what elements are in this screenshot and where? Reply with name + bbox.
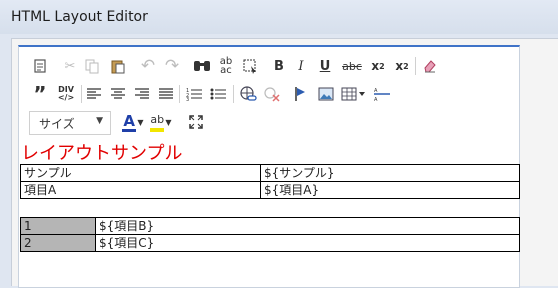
table-icon[interactable] xyxy=(339,83,367,105)
unlink-icon[interactable] xyxy=(261,83,283,105)
toolbar-separator xyxy=(415,57,416,75)
toolbar-separator xyxy=(81,85,82,103)
table-cell[interactable]: ${サンプル} xyxy=(260,164,520,182)
bulleted-list-icon[interactable] xyxy=(207,83,229,105)
background-color-button[interactable]: ab ▼ xyxy=(147,111,175,133)
toolbar-separator xyxy=(233,85,234,103)
anchor-icon[interactable] xyxy=(289,83,311,105)
table-row: 2 ${項目C} xyxy=(20,234,520,252)
text-color-button[interactable]: A ▼ xyxy=(119,111,147,133)
underline-icon[interactable]: U xyxy=(315,55,335,77)
cut-icon[interactable]: ✂ xyxy=(59,55,81,77)
font-size-select[interactable]: サイズ ▼ xyxy=(29,111,111,135)
italic-icon[interactable]: I xyxy=(291,55,311,77)
layout-heading[interactable]: レイアウトサンプル xyxy=(21,143,182,165)
sample-table[interactable]: サンプル ${サンプル} 項目A ${項目A} xyxy=(20,164,520,199)
align-justify-icon[interactable] xyxy=(155,83,177,105)
table-row: 1 ${項目B} xyxy=(20,217,520,235)
replace-icon[interactable]: ab ac xyxy=(215,55,237,77)
svg-text:A: A xyxy=(374,88,378,94)
table-row: 項目A ${項目A} xyxy=(20,181,520,199)
div-icon[interactable]: DIV </> xyxy=(55,83,77,105)
image-icon[interactable] xyxy=(315,83,337,105)
find-icon[interactable] xyxy=(191,55,213,77)
toolbar-separator xyxy=(179,85,180,103)
superscript-icon[interactable]: x2 xyxy=(391,55,413,77)
horizontal-rule-icon[interactable]: AA xyxy=(371,83,393,105)
repeat-table[interactable]: 1 ${項目B} 2 ${項目C} xyxy=(20,217,520,252)
font-size-value: サイズ xyxy=(39,117,75,131)
subscript-icon[interactable]: x2 xyxy=(367,55,389,77)
rich-text-editor[interactable]: ✂ ↶ ↷ ab ac B I U abc x2 x2 ” DIV </> 1 … xyxy=(18,45,520,288)
table-row: サンプル ${サンプル} xyxy=(20,164,520,182)
bold-icon[interactable]: B xyxy=(269,55,289,77)
paste-icon[interactable] xyxy=(107,55,129,77)
remove-format-icon[interactable] xyxy=(419,55,441,77)
text-color-icon: A xyxy=(123,112,136,130)
numbered-list-icon[interactable]: 123 xyxy=(183,83,205,105)
table-cell[interactable]: ${項目A} xyxy=(260,181,520,199)
table-cell[interactable]: ${項目C} xyxy=(95,234,520,252)
strikethrough-icon[interactable]: abc xyxy=(339,55,365,77)
select-all-icon[interactable] xyxy=(239,55,261,77)
table-cell[interactable]: 項目A xyxy=(20,181,261,199)
link-icon[interactable] xyxy=(237,83,259,105)
row-number-cell[interactable]: 1 xyxy=(20,217,96,235)
svg-text:3: 3 xyxy=(186,97,189,101)
undo-icon[interactable]: ↶ xyxy=(137,55,159,77)
row-number-cell[interactable]: 2 xyxy=(20,234,96,252)
paste-from-word-icon[interactable] xyxy=(29,55,51,77)
table-cell[interactable]: サンプル xyxy=(20,164,261,182)
chevron-down-icon: ▼ xyxy=(137,117,144,127)
title-bar: HTML Layout Editor xyxy=(0,0,558,34)
copy-icon[interactable] xyxy=(81,55,103,77)
align-center-icon[interactable] xyxy=(107,83,129,105)
blockquote-icon[interactable]: ” xyxy=(29,82,51,106)
align-left-icon[interactable] xyxy=(83,83,105,105)
chevron-down-icon: ▼ xyxy=(96,116,103,126)
maximize-icon[interactable] xyxy=(185,111,207,133)
svg-text:A: A xyxy=(374,97,378,101)
background-color-icon: ab xyxy=(150,113,165,126)
editor-toolbar: ✂ ↶ ↷ ab ac B I U abc x2 x2 ” DIV </> 1 … xyxy=(19,47,519,143)
table-cell[interactable]: ${項目B} xyxy=(95,217,520,235)
align-right-icon[interactable] xyxy=(131,83,153,105)
chevron-down-icon: ▼ xyxy=(165,117,172,127)
redo-icon[interactable]: ↷ xyxy=(161,55,183,77)
window-title: HTML Layout Editor xyxy=(11,9,148,25)
